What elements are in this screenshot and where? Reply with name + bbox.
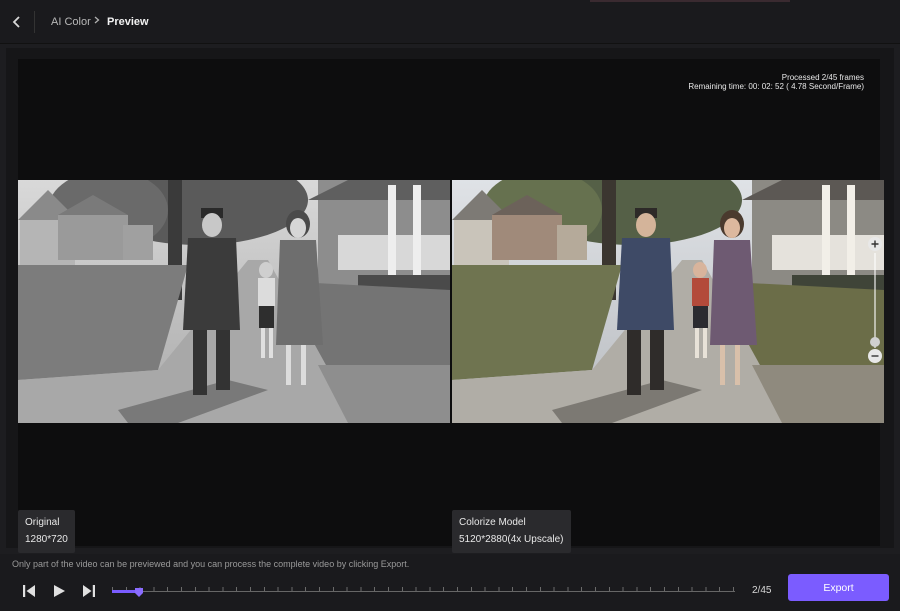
remaining-time-text: Remaining time: 00: 02: 52 ( 4.78 Second… (688, 82, 864, 91)
back-button[interactable] (8, 13, 26, 31)
colorize-model-title: Colorize Model (459, 517, 526, 528)
original-frame-image (18, 180, 450, 423)
player-bar: Only part of the video can be previewed … (0, 554, 900, 611)
header-bar: AI Color Preview (0, 0, 900, 44)
chevron-right-icon (94, 16, 100, 24)
header-accent-line (590, 0, 790, 2)
original-resolution: 1280*720 (25, 534, 68, 545)
timeline-playhead[interactable] (135, 584, 143, 597)
colorized-video-frame (452, 180, 884, 423)
breadcrumb-separator (93, 14, 101, 29)
original-caption: Original 1280*720 (18, 510, 75, 553)
original-video-frame (18, 180, 450, 423)
previous-frame-button[interactable] (20, 583, 38, 599)
app-window: AI Color Preview Processed 2/45 frames R… (0, 0, 900, 611)
zoom-in-button[interactable] (868, 237, 882, 251)
breadcrumb-ai-color[interactable]: AI Color (51, 16, 91, 28)
next-frame-button[interactable] (80, 583, 98, 599)
preview-notice: Only part of the video can be previewed … (12, 559, 410, 569)
playhead-marker-icon (135, 588, 143, 597)
previous-frame-icon (23, 585, 35, 597)
processed-frames-text: Processed 2/45 frames (781, 73, 864, 82)
next-frame-icon (83, 585, 95, 597)
zoom-in-icon (871, 240, 879, 248)
timeline-progress (112, 590, 136, 593)
preview-stage: Processed 2/45 frames Remaining time: 00… (18, 59, 884, 553)
zoom-out-button[interactable] (868, 349, 882, 363)
processing-status: Processed 2/45 frames Remaining time: 00… (688, 73, 864, 91)
zoom-slider-track[interactable] (874, 253, 876, 348)
timeline-track (112, 591, 735, 592)
play-icon (54, 585, 65, 597)
export-button[interactable]: Export (788, 574, 889, 601)
frame-timeline[interactable] (112, 584, 735, 597)
zoom-slider-thumb[interactable] (870, 337, 880, 347)
play-button[interactable] (50, 583, 68, 599)
zoom-control (866, 237, 884, 367)
header-divider (34, 11, 35, 33)
zoom-out-icon (871, 355, 879, 357)
chevron-left-icon (12, 16, 20, 28)
original-title: Original (25, 517, 60, 528)
colorized-frame-image (452, 180, 884, 423)
breadcrumb-preview: Preview (107, 16, 149, 28)
frame-counter: 2/45 (752, 585, 772, 596)
colorized-resolution: 5120*2880(4x Upscale) (459, 534, 564, 545)
colorized-caption: Colorize Model 5120*2880(4x Upscale) (452, 510, 571, 553)
preview-panel: Processed 2/45 frames Remaining time: 00… (6, 48, 894, 553)
